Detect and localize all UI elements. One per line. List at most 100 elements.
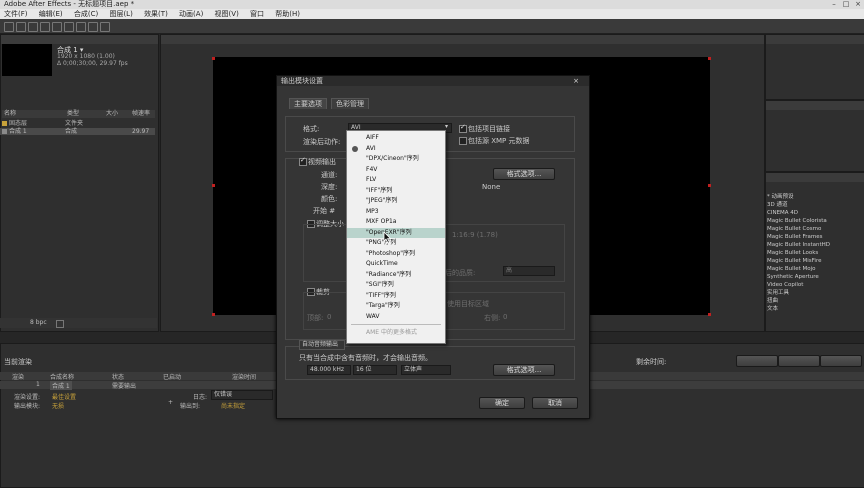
- sample-rate-select[interactable]: 48.000 kHz: [307, 365, 351, 375]
- channels-select[interactable]: 立体声: [401, 365, 451, 375]
- menu-composition[interactable]: 合成(C): [74, 10, 98, 18]
- zoom-tool-icon[interactable]: [28, 22, 38, 32]
- menu-layer[interactable]: 图层(L): [109, 10, 132, 18]
- render-remaining-label: 剩余时间:: [636, 358, 667, 366]
- effects-item[interactable]: 3D 通道: [767, 202, 787, 210]
- format-select-chevron-icon[interactable]: ▾: [445, 123, 448, 130]
- menu-effect[interactable]: 效果(T): [144, 10, 168, 18]
- col-size[interactable]: 大小: [106, 110, 118, 118]
- minimize-icon[interactable]: –: [828, 0, 840, 9]
- pan-tool-icon[interactable]: [64, 22, 74, 32]
- add-output-icon[interactable]: +: [168, 399, 173, 406]
- render-start-button[interactable]: [820, 355, 862, 367]
- effects-item[interactable]: Magic Bullet Colorista: [767, 218, 827, 226]
- video-format-options-button[interactable]: 格式选项...: [493, 168, 555, 180]
- camera-tool-icon[interactable]: [52, 22, 62, 32]
- maximize-icon[interactable]: □: [840, 0, 852, 9]
- video-output-checkbox[interactable]: [299, 156, 307, 166]
- format-option[interactable]: F4V: [347, 165, 445, 176]
- menu-animation[interactable]: 动画(A): [179, 10, 203, 18]
- format-option[interactable]: "Photoshop"序列: [347, 249, 445, 260]
- trash-icon[interactable]: [56, 320, 64, 328]
- render-settings-value[interactable]: 最佳设置: [52, 392, 76, 401]
- menu-help[interactable]: 帮助(H): [275, 10, 300, 18]
- output-module-value[interactable]: 无损: [52, 401, 64, 410]
- format-option-highlighted[interactable]: "OpenEXR"序列: [347, 227, 445, 238]
- format-option[interactable]: "IFF"序列: [347, 186, 445, 197]
- col-time[interactable]: 渲染时间: [232, 372, 256, 381]
- include-xmp-checkbox[interactable]: [459, 137, 467, 145]
- menu-window[interactable]: 窗口: [250, 10, 264, 18]
- crop-right-value[interactable]: 0: [503, 313, 507, 321]
- audio-format-options-button[interactable]: 格式选项...: [493, 364, 555, 376]
- dialog-close-icon[interactable]: ×: [573, 76, 579, 86]
- effects-item[interactable]: Magic Bullet InstantHD: [767, 242, 830, 250]
- effects-item[interactable]: * 动画预设: [767, 194, 794, 202]
- brush-tool-icon[interactable]: [100, 22, 110, 32]
- menu-file[interactable]: 文件(F): [4, 10, 28, 18]
- format-option[interactable]: WAV: [347, 312, 445, 323]
- ok-button[interactable]: 确定: [479, 397, 525, 409]
- channels-label: 通道:: [321, 171, 338, 179]
- cancel-button[interactable]: 取消: [532, 397, 578, 409]
- effects-item[interactable]: Video Copilot: [767, 282, 803, 290]
- format-option[interactable]: AIFF: [347, 133, 445, 144]
- col-framerate[interactable]: 帧速率: [132, 110, 150, 118]
- effects-item[interactable]: Magic Bullet Mojo: [767, 266, 816, 274]
- render-stop-button[interactable]: [736, 355, 778, 367]
- format-option[interactable]: QuickTime: [347, 259, 445, 270]
- bpc-indicator[interactable]: 8 bpc: [30, 318, 47, 328]
- effects-item[interactable]: CINEMA 4D: [767, 210, 798, 218]
- format-option[interactable]: MP3: [347, 207, 445, 218]
- col-started[interactable]: 已启动: [163, 372, 181, 381]
- format-option[interactable]: MXF OP1a: [347, 217, 445, 228]
- effects-item[interactable]: 实用工具: [767, 290, 789, 298]
- bit-depth-select[interactable]: 16 位: [353, 365, 397, 375]
- format-option[interactable]: "Radiance"序列: [347, 270, 445, 281]
- output-to-value[interactable]: 尚未指定: [221, 401, 245, 410]
- log-select[interactable]: 仅错误: [211, 390, 273, 400]
- format-option[interactable]: "PNG"序列: [347, 238, 445, 249]
- format-option[interactable]: "TIFF"序列: [347, 291, 445, 302]
- format-option[interactable]: "JPEG"序列: [347, 196, 445, 207]
- project-row[interactable]: 固态层 文件夹: [0, 120, 155, 127]
- info-panel: [765, 34, 864, 100]
- col-comp[interactable]: 合成名称: [50, 372, 74, 381]
- project-row-name: 固态层: [9, 120, 28, 127]
- col-status[interactable]: 状态: [112, 372, 124, 381]
- menu-view[interactable]: 视图(V): [215, 10, 239, 18]
- effects-item[interactable]: Synthetic Aperture: [767, 274, 819, 282]
- hand-tool-icon[interactable]: [16, 22, 26, 32]
- format-option[interactable]: FLV: [347, 175, 445, 186]
- pen-tool-icon[interactable]: [76, 22, 86, 32]
- effects-item[interactable]: Magic Bullet Looks: [767, 250, 818, 258]
- selection-tool-icon[interactable]: [4, 22, 14, 32]
- col-render[interactable]: 渲染: [12, 372, 24, 381]
- tab-color-management[interactable]: 色彩管理: [331, 98, 369, 109]
- project-row[interactable]: 合成 1 合成 29.97: [0, 128, 155, 135]
- auto-audio-select[interactable]: 自动音频输出: [299, 340, 345, 350]
- crop-top-value[interactable]: 0: [327, 313, 331, 321]
- effects-item[interactable]: Magic Bullet Cosmo: [767, 226, 821, 234]
- text-tool-icon[interactable]: [88, 22, 98, 32]
- render-pause-button[interactable]: [778, 355, 820, 367]
- format-option[interactable]: AVI: [347, 144, 445, 155]
- effects-item[interactable]: 扭曲: [767, 298, 778, 306]
- resize-quality-select[interactable]: 高: [503, 266, 555, 276]
- effects-item[interactable]: Magic Bullet Frames: [767, 234, 823, 242]
- format-option-more[interactable]: AME 中的更多格式: [347, 328, 445, 339]
- col-name[interactable]: 名称: [4, 110, 16, 118]
- rotate-tool-icon[interactable]: [40, 22, 50, 32]
- audio-note: 只有当合成中含有音频时，才会输出音频。: [299, 354, 432, 362]
- menu-edit[interactable]: 编辑(E): [39, 10, 63, 18]
- format-option[interactable]: "Targa"序列: [347, 301, 445, 312]
- close-icon[interactable]: ×: [852, 0, 864, 9]
- tab-main-options[interactable]: 主要选项: [289, 98, 327, 109]
- format-option[interactable]: "DPX/Cineon"序列: [347, 154, 445, 165]
- mouse-cursor-icon: [383, 232, 392, 244]
- include-project-link-checkbox[interactable]: [459, 123, 467, 133]
- effects-item[interactable]: Magic Bullet MisFire: [767, 258, 821, 266]
- effects-item[interactable]: 文本: [767, 306, 778, 314]
- col-type[interactable]: 类型: [67, 110, 79, 118]
- format-option[interactable]: "SGI"序列: [347, 280, 445, 291]
